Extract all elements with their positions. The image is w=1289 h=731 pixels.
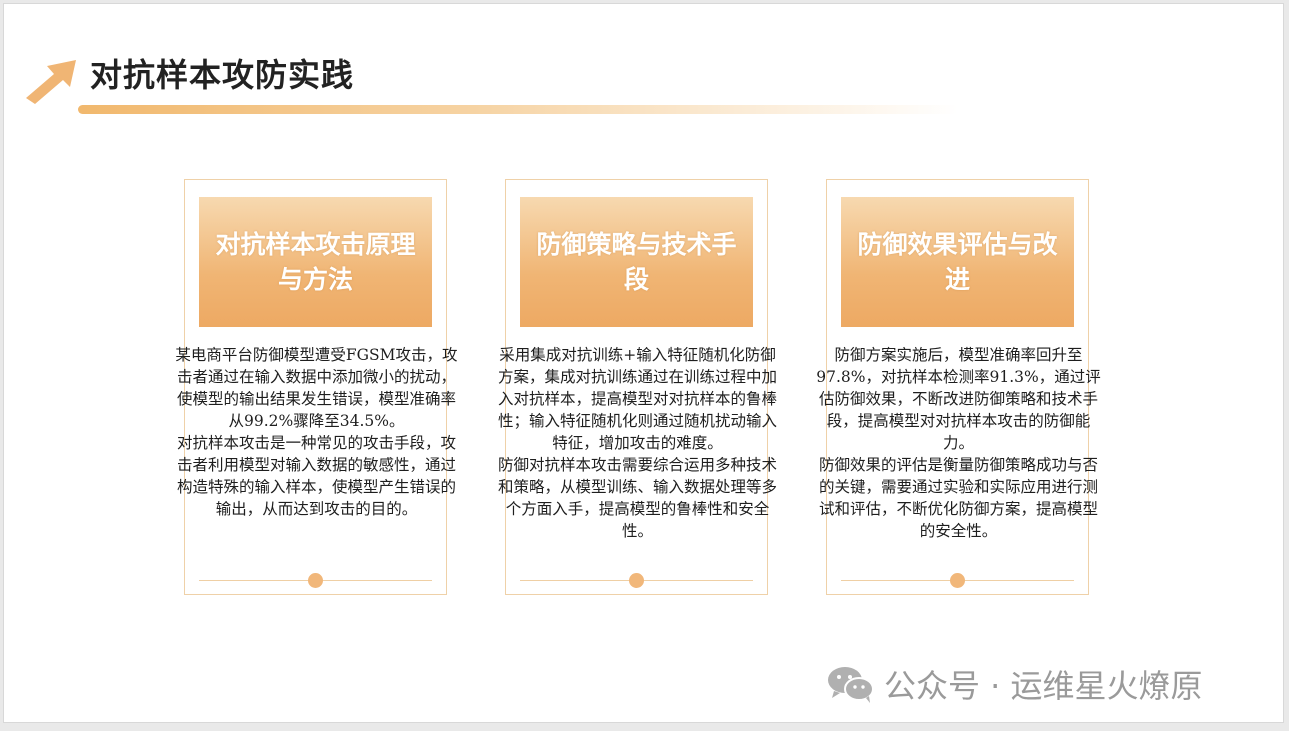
watermark-text: 公众号 · 运维星火燎原	[884, 667, 1203, 705]
card-footer-dot	[629, 573, 644, 588]
card-heading: 对抗样本攻击原理与方法	[199, 197, 432, 327]
card-paragraph: 防御效果的评估是衡量防御策略成功与否的关键，需要通过实验和实际应用进行测试和评估…	[818, 456, 1098, 540]
card-paragraph: 采用集成对抗训练+输入特征随机化防御方案，集成对抗训练通过在训练过程中加入对抗样…	[497, 346, 777, 452]
card-paragraph: 防御方案实施后，模型准确率回升至97.8%，对抗样本检测率91.3%，通过评估防…	[816, 346, 1101, 452]
card-body: 防御方案实施后，模型准确率回升至97.8%，对抗样本检测率91.3%，通过评估防…	[813, 344, 1104, 542]
card-heading: 防御效果评估与改进	[841, 197, 1074, 327]
card-footer-dot	[308, 573, 323, 588]
card-heading: 防御策略与技术手段	[520, 197, 753, 327]
card-paragraph: 防御对抗样本攻击需要综合运用多种技术和策略，从模型训练、输入数据处理等多个方面入…	[497, 456, 777, 540]
card-paragraph: 某电商平台防御模型遭受FGSM攻击，攻击者通过在输入数据中添加微小的扰动，使模型…	[175, 346, 458, 430]
card-body: 采用集成对抗训练+输入特征随机化防御方案，集成对抗训练通过在训练过程中加入对抗样…	[492, 344, 783, 542]
card-defense-evaluation: 防御效果评估与改进 防御方案实施后，模型准确率回升至97.8%，对抗样本检测率9…	[816, 179, 1101, 595]
watermark: 公众号 · 运维星火燎原	[826, 664, 1203, 705]
title-underline	[78, 105, 958, 114]
slide: 对抗样本攻防实践 对抗样本攻击原理与方法 某电商平台防御模型遭受FGSM攻击，攻…	[3, 3, 1284, 723]
arrow-icon	[26, 60, 76, 104]
card-attack-principles: 对抗样本攻击原理与方法 某电商平台防御模型遭受FGSM攻击，攻击者通过在输入数据…	[175, 179, 458, 595]
card-footer-dot	[950, 573, 965, 588]
card-body: 某电商平台防御模型遭受FGSM攻击，攻击者通过在输入数据中添加微小的扰动，使模型…	[171, 344, 462, 520]
wechat-icon	[828, 667, 874, 703]
card-defense-strategies: 防御策略与技术手段 采用集成对抗训练+输入特征随机化防御方案，集成对抗训练通过在…	[498, 179, 777, 595]
card-paragraph: 对抗样本攻击是一种常见的攻击手段，攻击者利用模型对输入数据的敏感性，通过构造特殊…	[176, 434, 456, 518]
slide-title: 对抗样本攻防实践	[90, 56, 355, 94]
